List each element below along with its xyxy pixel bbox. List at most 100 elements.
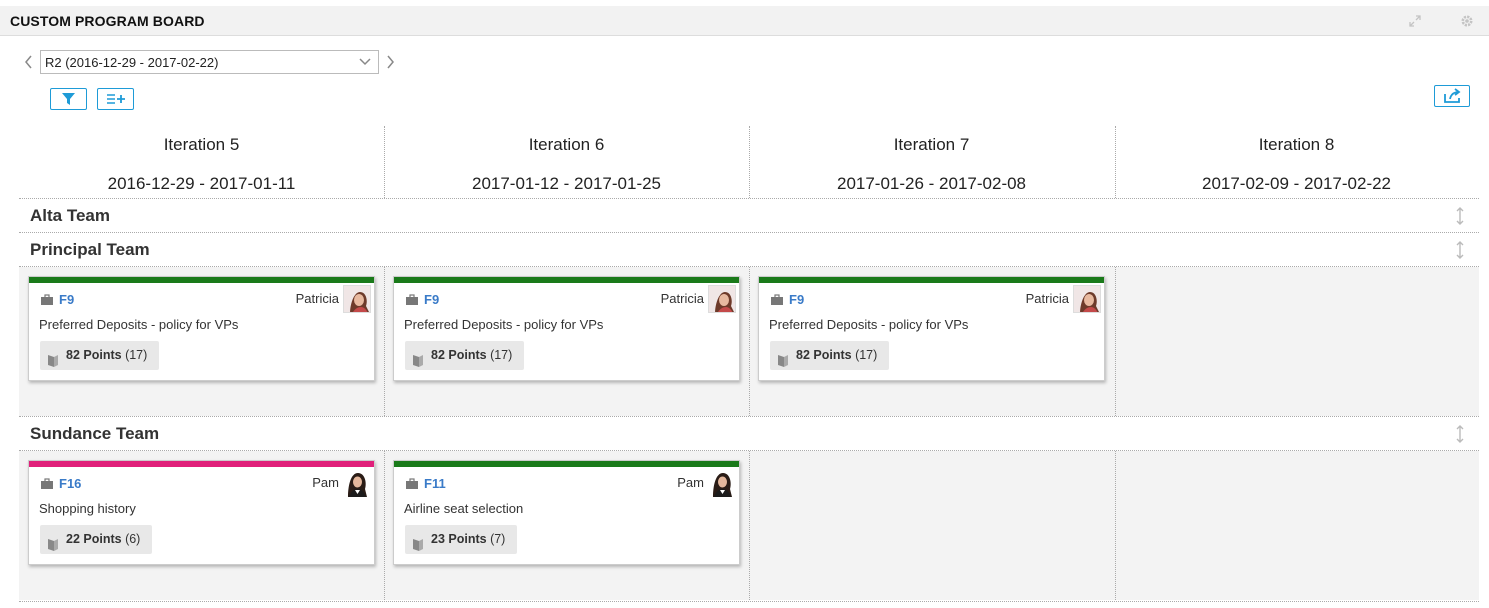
filter-button[interactable] (50, 88, 87, 110)
feature-title: Preferred Deposits - policy for VPs (769, 317, 969, 332)
feature-owner: Patricia (295, 291, 339, 306)
team-name: Principal Team (30, 240, 150, 259)
feature-card[interactable]: F16 Pam Shopping history 22 Points (6) (28, 460, 375, 565)
team-row-principal: Principal Team (19, 233, 1479, 266)
story-count: (6) (125, 532, 141, 546)
book-icon (412, 349, 424, 367)
team-name: Sundance Team (30, 424, 160, 443)
feature-title: Shopping history (39, 501, 136, 516)
release-select-value: R2 (2016-12-29 - 2017-02-22) (45, 55, 219, 70)
feature-card[interactable]: F11 Pam Airline seat selection 23 Points… (393, 460, 740, 565)
story-count: (17) (490, 348, 513, 362)
briefcase-icon (40, 477, 54, 489)
column-divider (384, 126, 385, 198)
feature-id-link[interactable]: F9 (424, 292, 439, 307)
iteration-header: Iteration 7 2017-01-26 - 2017-02-08 (749, 126, 1114, 198)
team-name: Alta Team (30, 206, 110, 225)
feature-color-bar (394, 461, 739, 467)
expand-icon[interactable] (1407, 13, 1423, 29)
chevron-right-icon[interactable] (383, 53, 397, 71)
column-divider (1115, 126, 1116, 198)
story-count: (17) (125, 348, 148, 362)
feature-owner: Pam (677, 475, 704, 490)
feature-card[interactable]: F9 Patricia Preferred Deposits - policy … (28, 276, 375, 381)
iteration-name: Iteration 8 (1258, 135, 1335, 154)
points-badge: 82 Points (17) (40, 341, 160, 370)
feature-id-link[interactable]: F16 (59, 476, 81, 491)
column-divider (1115, 451, 1116, 600)
drag-handle-icon[interactable] (1455, 207, 1465, 225)
feature-id-link[interactable]: F9 (59, 292, 74, 307)
iteration-name: Iteration 7 (893, 135, 970, 154)
column-divider (1115, 267, 1116, 416)
feature-color-bar (29, 461, 374, 467)
iteration-name: Iteration 5 (163, 135, 240, 154)
briefcase-icon (405, 477, 419, 489)
iteration-dates: 2016-12-29 - 2017-01-11 (107, 174, 296, 193)
iteration-header: Iteration 8 2017-02-09 - 2017-02-22 (1114, 126, 1479, 198)
feature-title: Preferred Deposits - policy for VPs (404, 317, 604, 332)
points-badge: 22 Points (6) (40, 525, 153, 554)
points-badge: 23 Points (7) (405, 525, 518, 554)
story-count: (17) (855, 348, 878, 362)
feature-owner: Patricia (1025, 291, 1069, 306)
column-divider (384, 451, 385, 600)
share-button[interactable] (1434, 85, 1470, 107)
drag-handle-icon[interactable] (1455, 241, 1465, 259)
row-divider (19, 601, 1479, 602)
briefcase-icon (40, 293, 54, 305)
book-icon (47, 533, 59, 551)
avatar (1073, 285, 1101, 313)
avatar (708, 285, 736, 313)
drag-handle-icon[interactable] (1455, 425, 1465, 443)
feature-id-link[interactable]: F11 (424, 476, 446, 491)
column-divider (749, 267, 750, 416)
briefcase-icon (405, 293, 419, 305)
window-titlebar: CUSTOM PROGRAM BOARD (0, 6, 1489, 36)
iteration-dates: 2017-01-12 - 2017-01-25 (471, 174, 662, 193)
avatar (708, 469, 736, 497)
share-icon (1444, 88, 1461, 103)
points-value: 22 Points (66, 532, 122, 546)
feature-card[interactable]: F9 Patricia Preferred Deposits - policy … (758, 276, 1105, 381)
feature-color-bar (759, 277, 1104, 283)
points-value: 23 Points (431, 532, 487, 546)
team-row-sundance: Sundance Team (19, 417, 1479, 450)
iteration-header: Iteration 5 2016-12-29 - 2017-01-11 (19, 126, 384, 198)
chevron-down-icon (358, 56, 372, 68)
feature-title: Airline seat selection (404, 501, 524, 516)
feature-owner: Pam (312, 475, 339, 490)
board-title: CUSTOM PROGRAM BOARD (10, 13, 205, 29)
gear-icon[interactable] (1459, 13, 1475, 29)
add-list-icon (107, 94, 125, 104)
iteration-dates: 2017-02-09 - 2017-02-22 (1201, 174, 1392, 193)
avatar (343, 285, 371, 313)
filter-icon (62, 93, 75, 105)
column-divider (384, 267, 385, 416)
points-badge: 82 Points (17) (770, 341, 890, 370)
briefcase-icon (770, 293, 784, 305)
release-select[interactable]: R2 (2016-12-29 - 2017-02-22) (40, 50, 379, 74)
iteration-header: Iteration 6 2017-01-12 - 2017-01-25 (384, 126, 749, 198)
avatar (343, 469, 371, 497)
iteration-dates: 2017-01-26 - 2017-02-08 (836, 174, 1027, 193)
book-icon (412, 533, 424, 551)
book-icon (47, 349, 59, 367)
iteration-name: Iteration 6 (528, 135, 605, 154)
add-row-button[interactable] (97, 88, 134, 110)
points-value: 82 Points (66, 348, 122, 362)
column-divider (749, 126, 750, 198)
team-row-alta: Alta Team (19, 199, 1479, 232)
book-icon (777, 349, 789, 367)
points-badge: 82 Points (17) (405, 341, 525, 370)
points-value: 82 Points (796, 348, 852, 362)
chevron-left-icon[interactable] (22, 53, 36, 71)
points-value: 82 Points (431, 348, 487, 362)
feature-id-link[interactable]: F9 (789, 292, 804, 307)
feature-card[interactable]: F9 Patricia Preferred Deposits - policy … (393, 276, 740, 381)
column-divider (749, 451, 750, 600)
story-count: (7) (490, 532, 506, 546)
feature-color-bar (29, 277, 374, 283)
feature-title: Preferred Deposits - policy for VPs (39, 317, 239, 332)
feature-owner: Patricia (660, 291, 704, 306)
